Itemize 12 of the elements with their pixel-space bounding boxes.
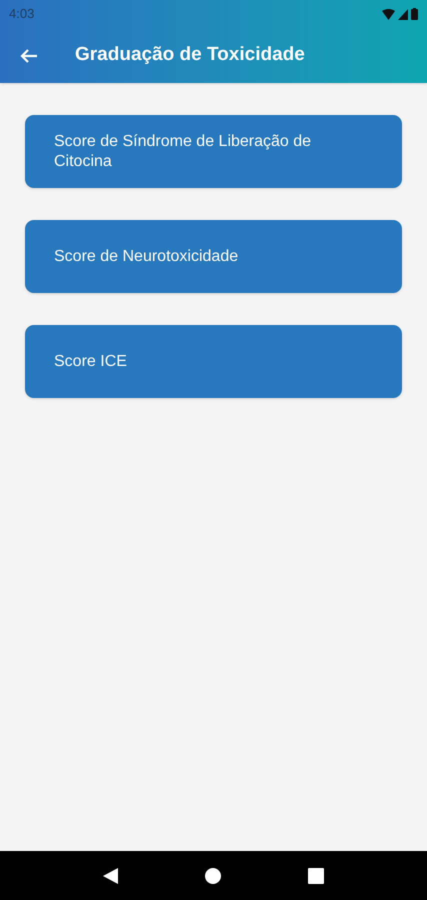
- signal-icon: [398, 8, 408, 20]
- menu-item-button[interactable]: Score de Neurotoxicidade: [25, 220, 402, 293]
- back-arrow-icon: [20, 48, 38, 64]
- status-time: 4:03: [9, 5, 34, 24]
- recents-square-icon[interactable]: [308, 868, 324, 884]
- back-triangle-icon[interactable]: [103, 868, 120, 884]
- menu-item-button[interactable]: Score ICE: [25, 325, 402, 398]
- battery-icon: [411, 8, 418, 20]
- wifi-icon: [382, 8, 395, 20]
- menu-item-button[interactable]: Score de Síndrome de Liberação de Citocina: [25, 115, 402, 188]
- app-bar-title: Graduação de Toxicidade: [75, 43, 305, 68]
- home-circle-icon[interactable]: [205, 868, 222, 884]
